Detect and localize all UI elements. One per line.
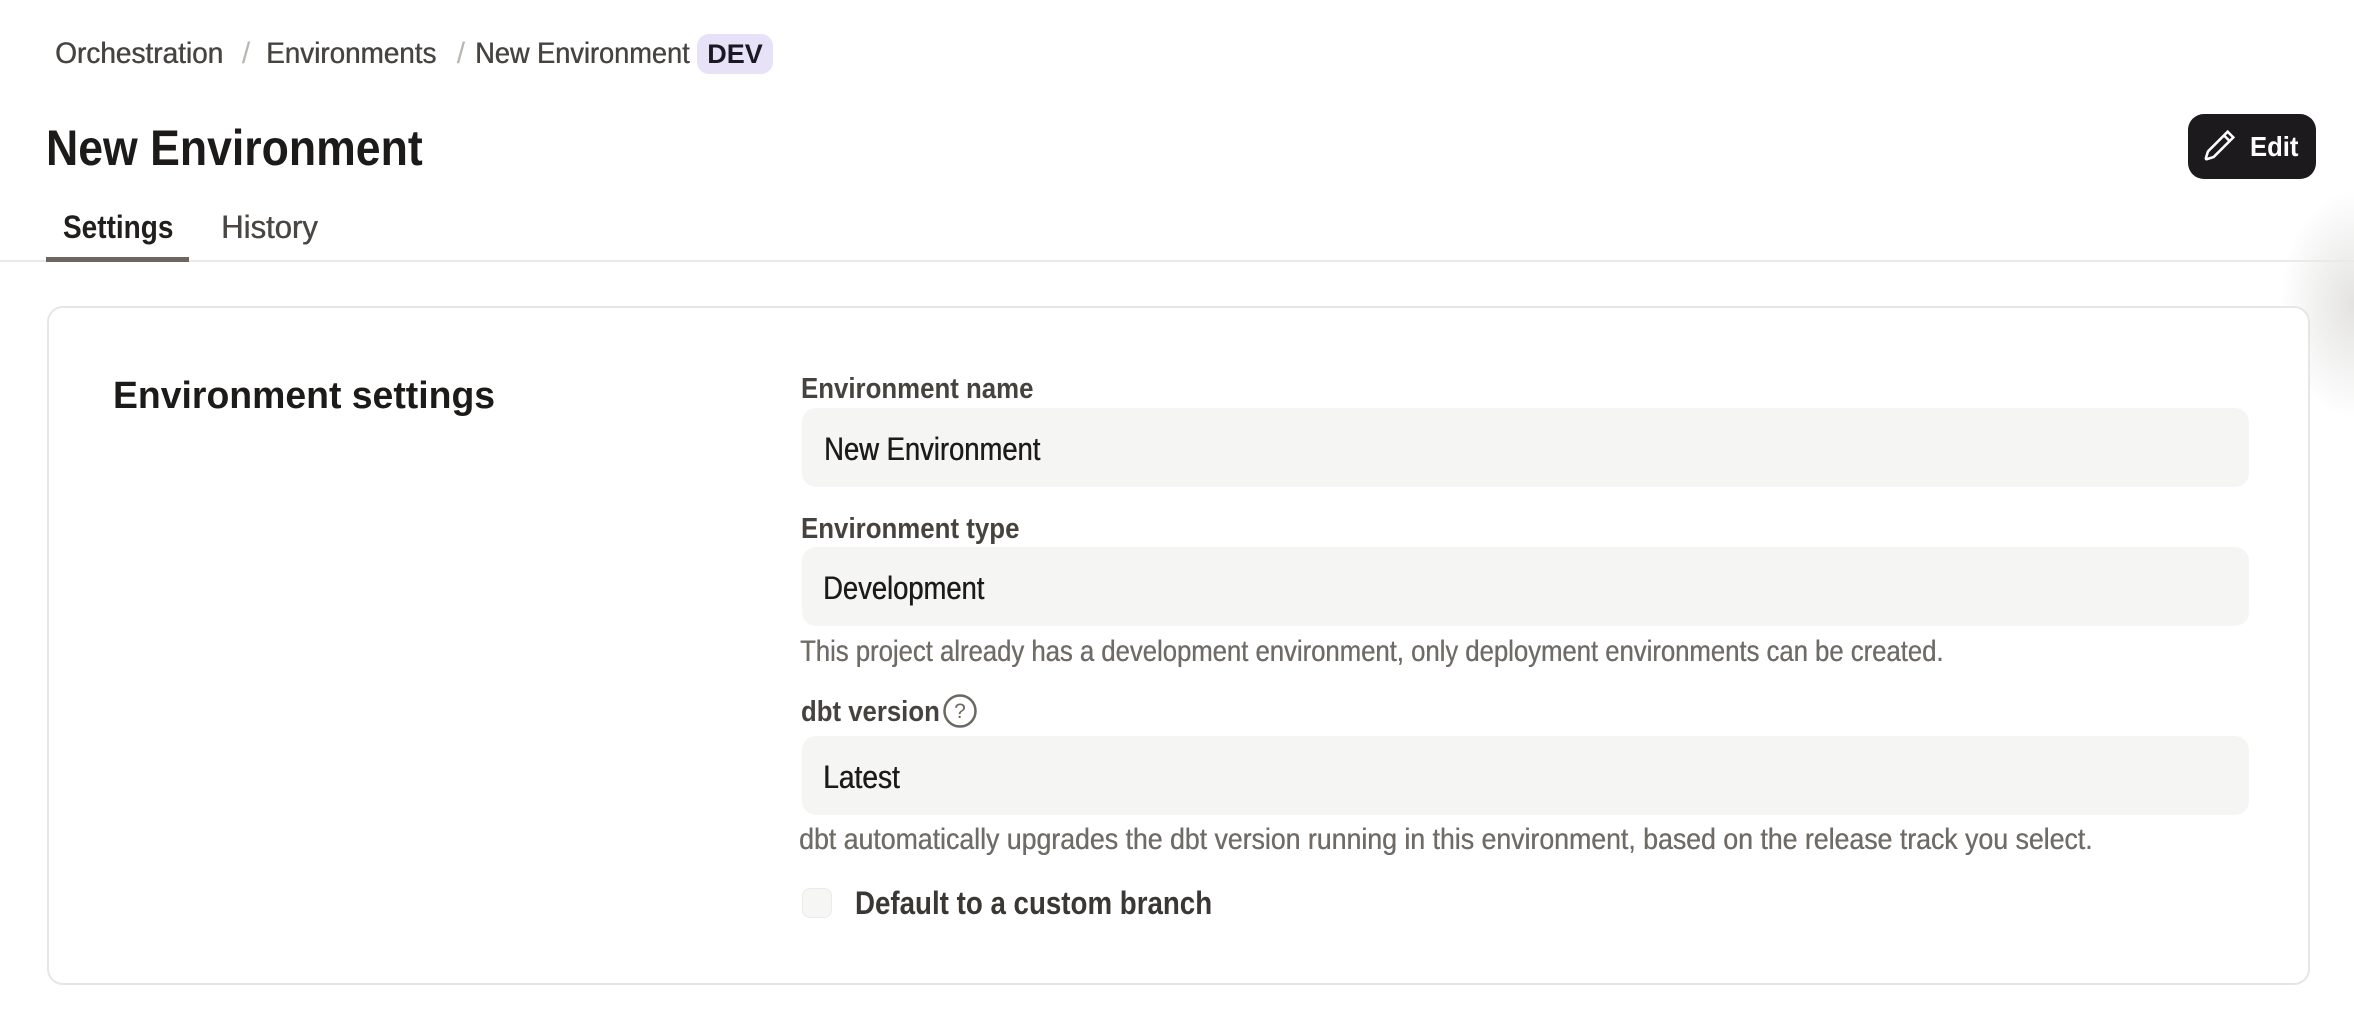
svg-text:?: ?	[954, 700, 966, 723]
